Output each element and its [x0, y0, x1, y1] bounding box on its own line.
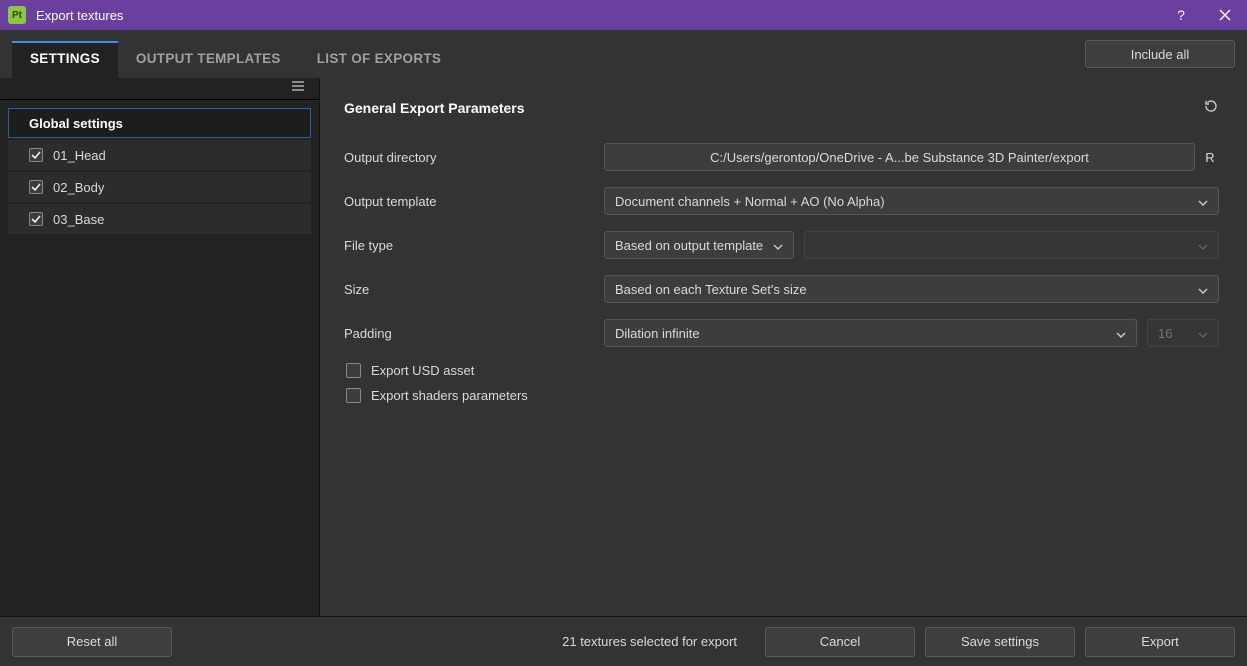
checkbox[interactable] — [29, 148, 43, 162]
help-button[interactable]: ? — [1159, 0, 1203, 30]
checkbox[interactable] — [346, 388, 361, 403]
chevron-down-icon — [773, 238, 783, 253]
padding-amount-dropdown: 16 — [1147, 319, 1219, 347]
file-type-secondary-dropdown — [804, 231, 1219, 259]
close-button[interactable] — [1203, 0, 1247, 30]
include-all-button[interactable]: Include all — [1085, 40, 1235, 68]
sidebar-item-label: 01_Head — [53, 148, 298, 163]
sidebar: Global settings 01_Head 02_Body 03_Base — [0, 78, 320, 616]
padding-mode-dropdown[interactable]: Dilation infinite — [604, 319, 1137, 347]
sidebar-item-global-settings[interactable]: Global settings — [8, 108, 311, 138]
filter-icon[interactable] — [291, 80, 307, 97]
file-type-dropdown[interactable]: Based on output template — [604, 231, 794, 259]
chevron-down-icon — [1198, 326, 1208, 341]
output-directory-field[interactable]: C:/Users/gerontop/OneDrive - A...be Subs… — [604, 143, 1195, 171]
file-type-label: File type — [344, 238, 604, 253]
output-directory-label: Output directory — [344, 150, 604, 165]
checkbox[interactable] — [29, 212, 43, 226]
padding-mode-value: Dilation infinite — [615, 326, 700, 341]
sidebar-item-label: 03_Base — [53, 212, 298, 227]
footer: Reset all 21 textures selected for expor… — [0, 616, 1247, 666]
sidebar-item-01-head[interactable]: 01_Head — [8, 140, 311, 170]
sidebar-item-03-base[interactable]: 03_Base — [8, 204, 311, 234]
reset-all-button[interactable]: Reset all — [12, 627, 172, 657]
tab-bar: SETTINGS OUTPUT TEMPLATES LIST OF EXPORT… — [0, 30, 1247, 78]
padding-amount-value: 16 — [1158, 326, 1172, 341]
export-usd-label: Export USD asset — [371, 363, 474, 378]
size-value: Based on each Texture Set's size — [615, 282, 807, 297]
export-shaders-row[interactable]: Export shaders parameters — [346, 388, 1219, 403]
sidebar-item-label: 02_Body — [53, 180, 298, 195]
export-status-text: 21 textures selected for export — [190, 634, 755, 649]
chevron-down-icon — [1116, 326, 1126, 341]
sidebar-item-02-body[interactable]: 02_Body — [8, 172, 311, 202]
output-directory-value: C:/Users/gerontop/OneDrive - A...be Subs… — [710, 150, 1089, 165]
output-directory-browse-button[interactable]: R — [1201, 150, 1219, 165]
sidebar-item-label: Global settings — [29, 116, 298, 131]
size-dropdown[interactable]: Based on each Texture Set's size — [604, 275, 1219, 303]
cancel-button[interactable]: Cancel — [765, 627, 915, 657]
tab-list-of-exports[interactable]: LIST OF EXPORTS — [299, 41, 460, 78]
chevron-down-icon — [1198, 194, 1208, 209]
export-button[interactable]: Export — [1085, 627, 1235, 657]
save-settings-button[interactable]: Save settings — [925, 627, 1075, 657]
output-template-label: Output template — [344, 194, 604, 209]
chevron-down-icon — [1198, 282, 1208, 297]
checkbox[interactable] — [29, 180, 43, 194]
tab-output-templates[interactable]: OUTPUT TEMPLATES — [118, 41, 299, 78]
padding-label: Padding — [344, 326, 604, 341]
size-label: Size — [344, 282, 604, 297]
checkbox[interactable] — [346, 363, 361, 378]
section-title: General Export Parameters — [344, 100, 525, 116]
file-type-value: Based on output template — [615, 238, 763, 253]
main-panel: General Export Parameters Output directo… — [320, 78, 1247, 616]
export-shaders-label: Export shaders parameters — [371, 388, 528, 403]
reset-defaults-icon[interactable] — [1203, 98, 1219, 117]
output-template-dropdown[interactable]: Document channels + Normal + AO (No Alph… — [604, 187, 1219, 215]
export-usd-row[interactable]: Export USD asset — [346, 363, 1219, 378]
window-title: Export textures — [36, 8, 123, 23]
output-template-value: Document channels + Normal + AO (No Alph… — [615, 194, 885, 209]
app-icon: Pt — [8, 6, 26, 24]
tab-settings[interactable]: SETTINGS — [12, 41, 118, 78]
titlebar: Pt Export textures ? — [0, 0, 1247, 30]
chevron-down-icon — [1198, 238, 1208, 253]
